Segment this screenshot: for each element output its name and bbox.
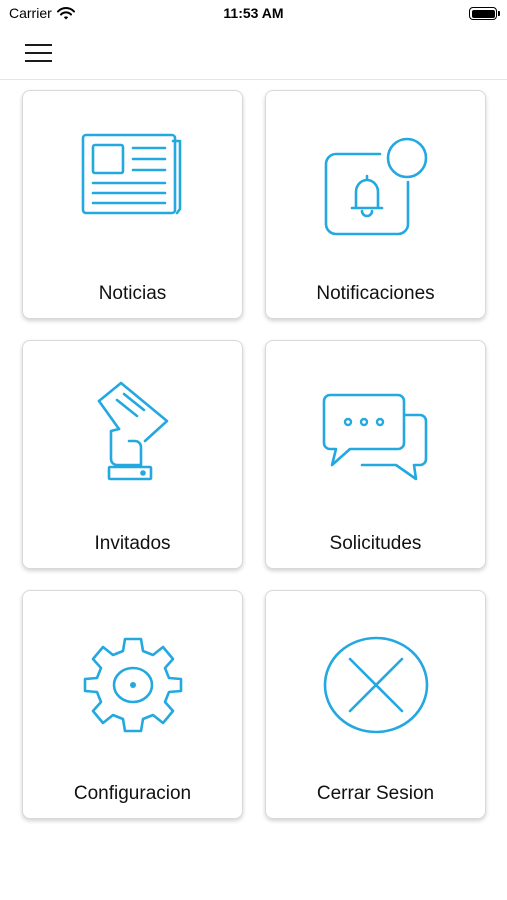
tile-noticias[interactable]: Noticias <box>22 90 243 319</box>
tile-label: Cerrar Sesion <box>316 783 435 804</box>
battery-icon <box>469 7 500 20</box>
tile-label: Noticias <box>98 283 167 304</box>
notification-bell-icon <box>324 137 427 236</box>
tile-solicitudes[interactable]: Solicitudes <box>265 340 486 569</box>
tile-label: Invitados <box>94 533 171 554</box>
tile-label: Notificaciones <box>316 283 435 304</box>
tile-invitados[interactable]: Invitados <box>22 340 243 569</box>
hand-card-icon <box>97 381 168 481</box>
tile-cerrar-sesion[interactable]: Cerrar Sesion <box>265 590 486 819</box>
close-circle-icon <box>323 636 428 734</box>
tile-label: Solicitudes <box>329 533 422 554</box>
gear-icon <box>83 637 182 733</box>
status-time: 11:53 AM <box>223 5 284 21</box>
tile-notificaciones[interactable]: Notificaciones <box>265 90 486 319</box>
status-bar: Carrier 11:53 AM <box>0 0 507 30</box>
tile-configuracion[interactable]: Configuracion <box>22 590 243 819</box>
nav-bar <box>0 30 507 80</box>
hamburger-menu-icon[interactable] <box>24 40 54 66</box>
newspaper-icon <box>81 133 181 215</box>
tile-label: Configuracion <box>73 783 192 804</box>
chat-bubbles-icon <box>322 393 427 481</box>
